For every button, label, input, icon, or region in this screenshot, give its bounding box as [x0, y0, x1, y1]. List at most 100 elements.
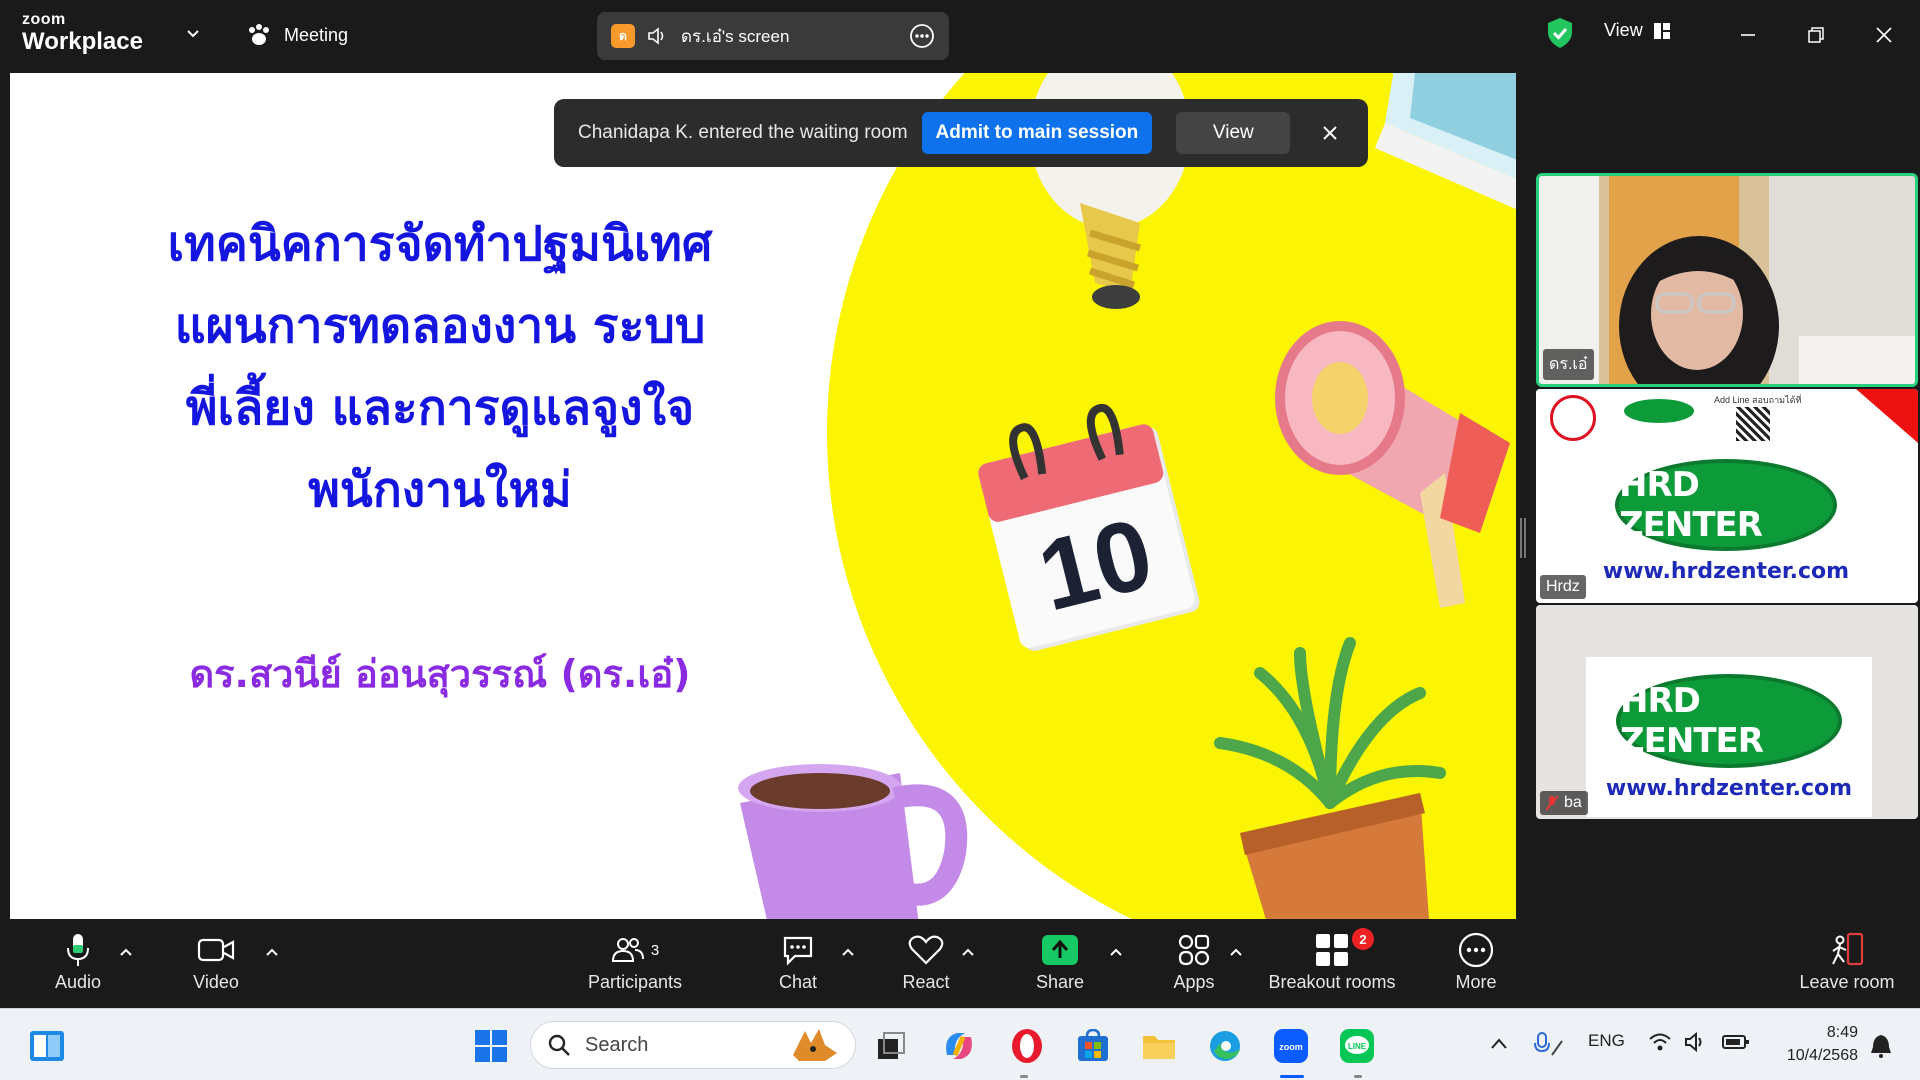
taskbar-search[interactable]: Search: [530, 1021, 856, 1069]
participant-name: Hrdz: [1540, 575, 1586, 599]
participants-button[interactable]: 3 Participants: [580, 932, 690, 998]
task-view-icon: [878, 1032, 905, 1059]
hrd-logo-oval: HRD ZENTER: [1615, 458, 1837, 551]
notification-text: Chanidapa K. entered the waiting room: [578, 122, 908, 143]
more-icon: [1458, 932, 1494, 968]
video-tile-hrdzenter[interactable]: Add Line สอบถามได้ที่ HRD ZENTER www.hrd…: [1536, 389, 1918, 603]
participants-label: Participants: [587, 972, 683, 992]
chevron-up-icon[interactable]: [1108, 944, 1124, 960]
microphone-icon: [67, 934, 89, 966]
battery-icon[interactable]: [1722, 1034, 1750, 1050]
slide-title-line-2: แผนการทดลองงาน ระบบ: [174, 298, 706, 354]
svg-text:zoom: zoom: [1279, 1042, 1303, 1052]
chevron-down-icon[interactable]: [184, 24, 202, 42]
more-options-icon[interactable]: [909, 23, 935, 49]
start-button[interactable]: [472, 1027, 510, 1065]
minimize-button[interactable]: [1730, 17, 1766, 53]
title-bar: zoom Workplace Meeting ด ดร.เอ๋'s screen: [0, 0, 1920, 70]
share-label: ดร.เอ๋'s screen: [681, 26, 790, 46]
grid-view-icon: [1653, 22, 1670, 39]
participant-name: ba: [1564, 794, 1582, 811]
video-tile-speaker[interactable]: ดร.เอ๋: [1536, 173, 1918, 387]
close-icon: [1323, 126, 1337, 140]
widgets-icon: [30, 1031, 64, 1061]
leave-room-icon: [1832, 932, 1864, 966]
slide-title-line-4: พนักงานใหม่: [308, 462, 572, 518]
brand-large: Workplace: [22, 28, 143, 55]
task-view-button[interactable]: [872, 1027, 910, 1065]
clock-time: 8:49: [1826, 1024, 1858, 1041]
language-indicator[interactable]: ENG: [1588, 1031, 1625, 1051]
react-button[interactable]: React: [896, 932, 956, 998]
chat-icon: [783, 936, 813, 966]
microsoft-store-button[interactable]: [1074, 1027, 1112, 1065]
speaker-icon: [648, 27, 664, 45]
security-shield-icon[interactable]: [1546, 17, 1574, 49]
volume-icon[interactable]: [1684, 1031, 1708, 1053]
windows-taskbar: Search zoom LINE ENG 8:49 10/4/2568: [0, 1008, 1920, 1080]
line-button[interactable]: LINE: [1338, 1027, 1376, 1065]
voice-typing-icon[interactable]: [1534, 1031, 1564, 1059]
restore-button[interactable]: [1798, 17, 1834, 53]
red-corner: [1856, 389, 1918, 443]
notification-bell-icon[interactable]: [1868, 1033, 1894, 1059]
breakout-rooms-icon: [1316, 934, 1348, 966]
close-window-button[interactable]: [1866, 17, 1902, 53]
share-button[interactable]: Share: [1030, 932, 1090, 998]
notification-close-button[interactable]: [1316, 119, 1344, 147]
edge-button[interactable]: [1206, 1027, 1244, 1065]
more-button[interactable]: More: [1446, 932, 1506, 998]
potted-plant-icon: [1214, 637, 1446, 919]
more-label: More: [1455, 972, 1497, 992]
copilot-button[interactable]: [940, 1027, 978, 1065]
hrd-url: www.hrdzenter.com: [1602, 558, 1850, 584]
tray-chevron-up-icon[interactable]: [1490, 1037, 1508, 1051]
zoom-workplace-logo: zoom Workplace: [22, 12, 143, 54]
video-button[interactable]: Video: [186, 932, 246, 998]
meeting-info-button[interactable]: Meeting: [246, 20, 348, 50]
widgets-button[interactable]: [28, 1027, 66, 1065]
taskbar-clock[interactable]: 8:49 10/4/2568: [1764, 1021, 1858, 1067]
speaker-video: [1539, 176, 1915, 384]
apps-button[interactable]: Apps: [1164, 932, 1224, 998]
wifi-icon[interactable]: [1648, 1031, 1672, 1053]
hrd-round-logo: [1550, 395, 1596, 441]
breakout-rooms-button[interactable]: 2 Breakout rooms: [1264, 928, 1400, 998]
meeting-paw-icon: [249, 24, 269, 45]
leave-room-button[interactable]: Leave room: [1792, 932, 1902, 998]
windows-logo-icon: [475, 1030, 507, 1062]
copilot-icon: [946, 1033, 972, 1059]
participants-icon: [611, 938, 644, 962]
participant-name: ดร.เอ๋: [1543, 349, 1594, 380]
video-tile-ba[interactable]: HRD ZENTER www.hrdzenter.com ba: [1536, 605, 1918, 819]
chat-button[interactable]: Chat: [770, 932, 826, 998]
audio-button[interactable]: Audio: [48, 932, 108, 998]
opera-button[interactable]: [1008, 1027, 1046, 1065]
notification-view-button[interactable]: View: [1176, 112, 1291, 154]
screen-share-indicator[interactable]: ด ดร.เอ๋'s screen: [597, 12, 949, 60]
slide-title-line-3: พี่เลี้ยง และการดูแลจูงใจ: [185, 380, 695, 436]
opera-icon: [1012, 1029, 1042, 1063]
zoom-running-indicator: [1280, 1075, 1304, 1078]
file-explorer-button[interactable]: [1140, 1027, 1178, 1065]
chevron-up-icon[interactable]: [118, 944, 134, 960]
hrd-logo-oval: HRD ZENTER: [1616, 673, 1842, 768]
view-label: View: [1604, 20, 1643, 40]
gallery-resize-handle[interactable]: [1520, 518, 1526, 558]
megaphone-icon: [1275, 321, 1510, 608]
slide-title-line-1: เทคนิคการจัดทำปฐมนิเทศ: [167, 216, 713, 272]
chevron-up-icon[interactable]: [840, 944, 856, 960]
view-menu-button[interactable]: View: [1604, 20, 1671, 41]
admit-button[interactable]: Admit to main session: [921, 112, 1153, 154]
line-running-indicator: [1354, 1075, 1362, 1078]
restore-icon: [1808, 27, 1824, 43]
chevron-up-icon[interactable]: [264, 944, 280, 960]
svg-text:LINE: LINE: [1348, 1042, 1367, 1051]
hrd-url: www.hrdzenter.com: [1605, 775, 1853, 801]
zoom-taskbar-button[interactable]: zoom: [1272, 1027, 1310, 1065]
chevron-up-icon[interactable]: [1228, 944, 1244, 960]
search-highlight-fox-icon: [793, 1029, 837, 1061]
clock-date: 10/4/2568: [1786, 1047, 1858, 1064]
chevron-up-icon[interactable]: [960, 944, 976, 960]
video-camera-icon: [197, 938, 235, 962]
